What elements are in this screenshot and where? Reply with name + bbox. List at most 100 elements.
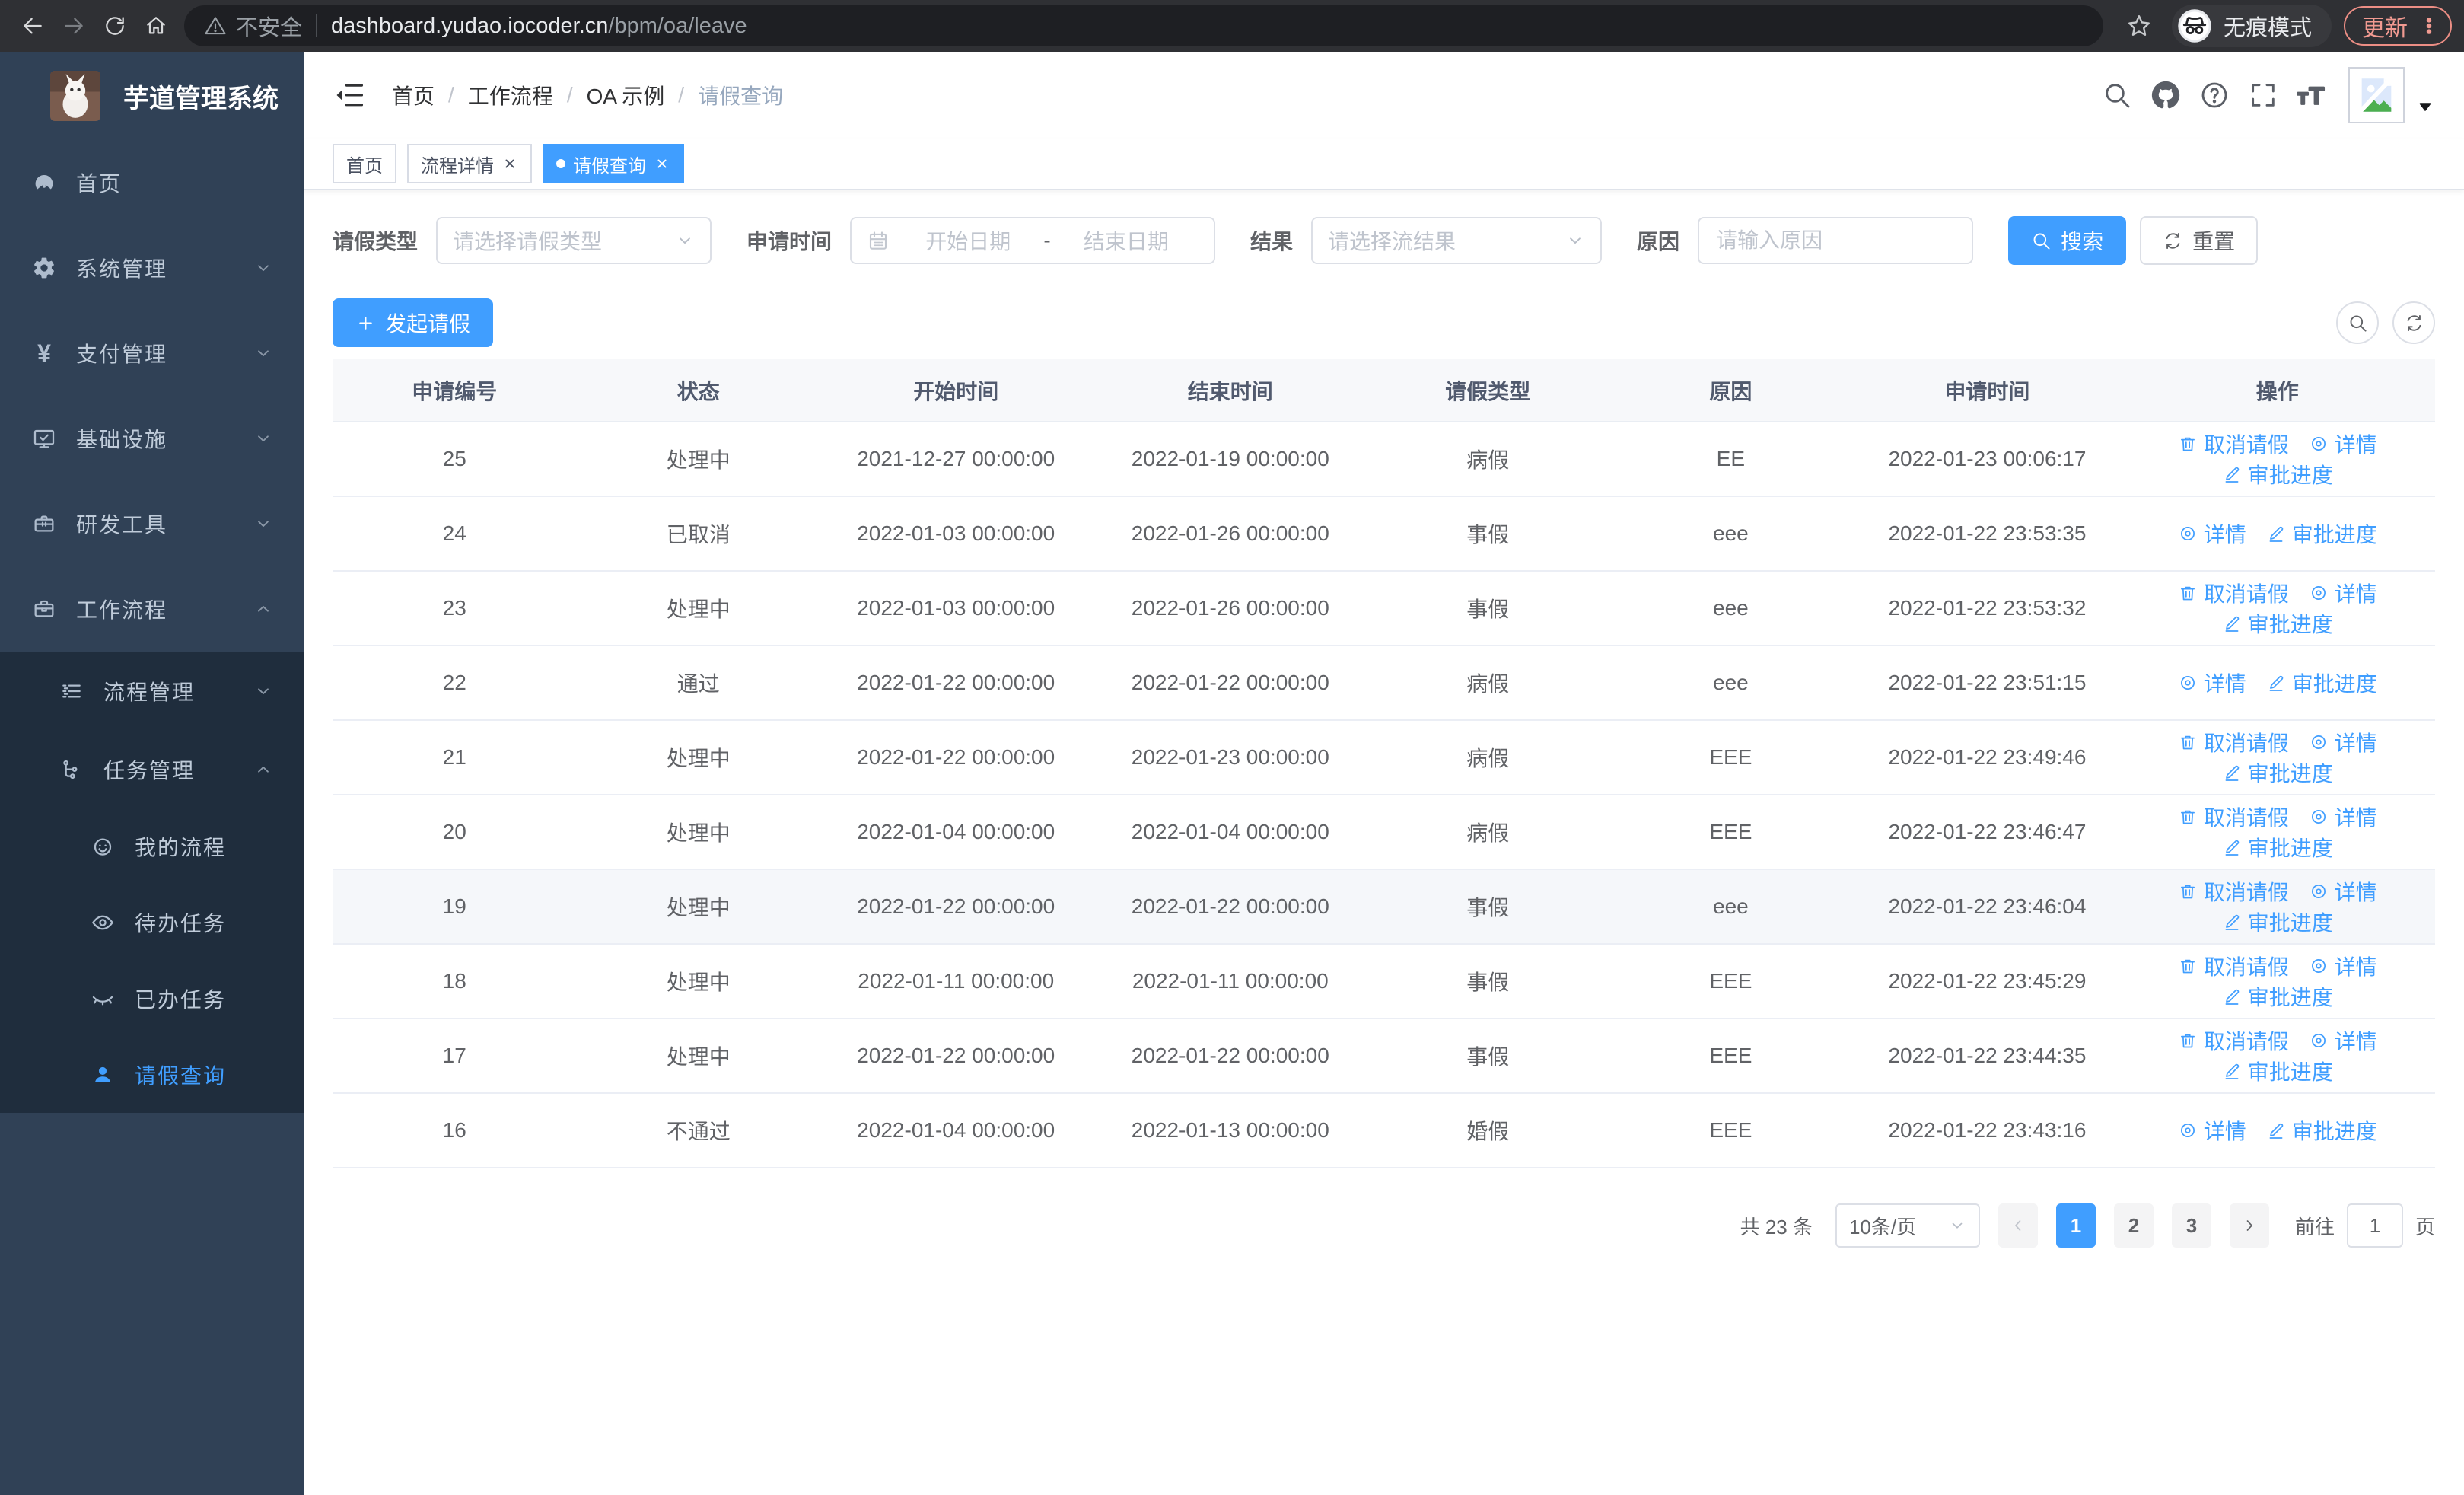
start-date-placeholder: 开始日期 (925, 230, 1011, 253)
detail-leave-link[interactable]: 详情 (2309, 802, 2377, 832)
detail-leave-link[interactable]: 详情 (2309, 876, 2377, 907)
cancel-leave-link[interactable]: 取消请假 (2178, 429, 2289, 459)
progress-leave-link[interactable]: 审批进度 (2222, 608, 2333, 639)
col-apply-time: 申请时间 (1854, 359, 2120, 422)
create-leave-button[interactable]: 发起请假 (333, 298, 494, 347)
refresh-table-button[interactable] (2392, 301, 2435, 344)
sidebar-item-我的流程[interactable]: 我的流程 (0, 808, 304, 885)
header-search-button[interactable] (2093, 71, 2141, 120)
font-size-button[interactable]: TT (2287, 71, 2336, 120)
browser-reload-button[interactable] (94, 5, 135, 46)
briefcase-icon (34, 600, 54, 617)
sidebar-item-已办任务[interactable]: 已办任务 (0, 961, 304, 1037)
cell-applyTime: 2022-01-22 23:46:47 (1854, 795, 2120, 870)
progress-leave-link[interactable]: 审批进度 (2222, 981, 2333, 1012)
browser-forward-button[interactable] (53, 5, 94, 46)
chevron-up-icon (258, 606, 269, 612)
browser-back-button[interactable] (12, 5, 53, 46)
search-button[interactable]: 搜索 (2008, 216, 2127, 265)
github-link-button[interactable] (2141, 71, 2190, 120)
edit-icon (2225, 467, 2240, 483)
bookmark-star-button[interactable] (2119, 5, 2160, 46)
cancel-leave-link[interactable]: 取消请假 (2178, 578, 2289, 608)
cell-start: 2022-01-22 00:00:00 (820, 720, 1092, 795)
browser-update-button[interactable]: 更新 (2344, 6, 2452, 46)
progress-leave-link[interactable]: 审批进度 (2266, 1115, 2377, 1146)
toggle-search-button[interactable] (2336, 301, 2379, 344)
cancel-leave-link[interactable]: 取消请假 (2178, 1025, 2289, 1056)
sidebar-item-任务管理[interactable]: 任务管理 (0, 730, 304, 808)
cancel-leave-link[interactable]: 取消请假 (2178, 802, 2289, 832)
sidebar-item-工作流程[interactable]: 工作流程 (0, 566, 304, 652)
progress-leave-link[interactable]: 审批进度 (2266, 518, 2377, 549)
sidebar-item-label: 任务管理 (103, 758, 196, 783)
cancel-leave-link[interactable]: 取消请假 (2178, 727, 2289, 757)
sidebar-item-请假查询[interactable]: 请假查询 (0, 1037, 304, 1113)
fullscreen-button[interactable] (2239, 71, 2287, 120)
detail-leave-link[interactable]: 详情 (2178, 518, 2246, 549)
sidebar-item-流程管理[interactable]: 流程管理 (0, 652, 304, 730)
sidebar-item-待办任务[interactable]: 待办任务 (0, 885, 304, 961)
page-button-2[interactable]: 2 (2113, 1203, 2154, 1248)
cell-end: 2022-01-04 00:00:00 (1091, 795, 1370, 870)
tab-流程详情[interactable]: 流程详情 (407, 144, 532, 183)
progress-leave-link[interactable]: 审批进度 (2222, 1056, 2333, 1086)
breadcrumb-oa-example[interactable]: OA 示例 (587, 80, 665, 110)
op-link-label: 详情 (2334, 582, 2377, 606)
page-size-select[interactable]: 10条/页 (1835, 1203, 1980, 1248)
help-doc-button[interactable] (2190, 71, 2239, 120)
sidebar-item-基础设施[interactable]: 基础设施 (0, 396, 304, 481)
cancel-leave-link[interactable]: 取消请假 (2178, 951, 2289, 981)
cell-reason: eee (1606, 571, 1855, 646)
result-select[interactable]: 请选择流结果 (1311, 217, 1603, 264)
sidebar-collapse-icon[interactable] (333, 78, 366, 112)
op-link-label: 取消请假 (2203, 433, 2289, 457)
cancel-leave-link[interactable]: 取消请假 (2178, 876, 2289, 907)
page-button-1[interactable]: 1 (2055, 1203, 2096, 1248)
delete-icon (2180, 959, 2195, 974)
page-button-3[interactable]: 3 (2171, 1203, 2211, 1248)
user-menu-caret-icon[interactable] (2415, 97, 2435, 116)
sidebar-item-研发工具[interactable]: 研发工具 (0, 481, 304, 566)
detail-leave-link[interactable]: 详情 (2309, 578, 2377, 608)
detail-leave-link[interactable]: 详情 (2309, 1025, 2377, 1056)
breadcrumb-home[interactable]: 首页 (392, 80, 435, 110)
reset-button[interactable]: 重置 (2140, 216, 2259, 265)
tab-首页[interactable]: 首页 (333, 144, 396, 183)
goto-page-input[interactable] (2346, 1203, 2403, 1248)
detail-leave-link[interactable]: 详情 (2178, 1115, 2246, 1146)
browser-home-button[interactable] (135, 5, 177, 46)
close-icon[interactable] (654, 155, 670, 172)
leave-type-select[interactable]: 请选择请假类型 (436, 217, 712, 264)
apply-time-range-picker[interactable]: 开始日期 - 结束日期 (850, 217, 1216, 264)
cell-ops: 取消请假 详情 审批进度 (2119, 422, 2435, 497)
prev-page-button[interactable] (1998, 1203, 2038, 1248)
avatar[interactable] (2348, 67, 2405, 123)
gear-icon (34, 257, 54, 279)
reason-input-wrap (1698, 217, 1974, 264)
next-page-button[interactable] (2229, 1203, 2269, 1248)
progress-leave-link[interactable]: 审批进度 (2222, 907, 2333, 937)
reason-input[interactable] (1702, 220, 1969, 261)
sidebar-item-系统管理[interactable]: 系统管理 (0, 225, 304, 311)
breadcrumb-workflow[interactable]: 工作流程 (468, 80, 553, 110)
close-icon[interactable] (501, 155, 518, 172)
tab-请假查询[interactable]: 请假查询 (543, 144, 684, 183)
progress-leave-link[interactable]: 审批进度 (2266, 668, 2377, 698)
progress-leave-link[interactable]: 审批进度 (2222, 832, 2333, 862)
sidebar-item-支付管理[interactable]: ¥ 支付管理 (0, 311, 304, 396)
cell-id: 23 (333, 571, 577, 646)
sidebar-item-首页[interactable]: 首页 (0, 140, 304, 225)
plus-icon (359, 316, 372, 330)
address-bar[interactable]: 不安全 dashboard.yudao.iocoder.cn/bpm/oa/le… (184, 5, 2103, 46)
progress-leave-link[interactable]: 审批进度 (2222, 757, 2333, 788)
detail-leave-link[interactable]: 详情 (2178, 668, 2246, 698)
progress-leave-link[interactable]: 审批进度 (2222, 459, 2333, 489)
table-body: 25 处理中 2021-12-27 00:00:00 2022-01-19 00:00… (333, 422, 2435, 1168)
op-link-label: 审批进度 (2247, 986, 2333, 1009)
detail-leave-link[interactable]: 详情 (2309, 727, 2377, 757)
kebab-menu-icon[interactable] (2418, 15, 2440, 37)
detail-leave-link[interactable]: 详情 (2309, 951, 2377, 981)
detail-leave-link[interactable]: 详情 (2309, 429, 2377, 459)
sidebar-logo-row[interactable]: 芋道管理系统 (0, 52, 304, 140)
